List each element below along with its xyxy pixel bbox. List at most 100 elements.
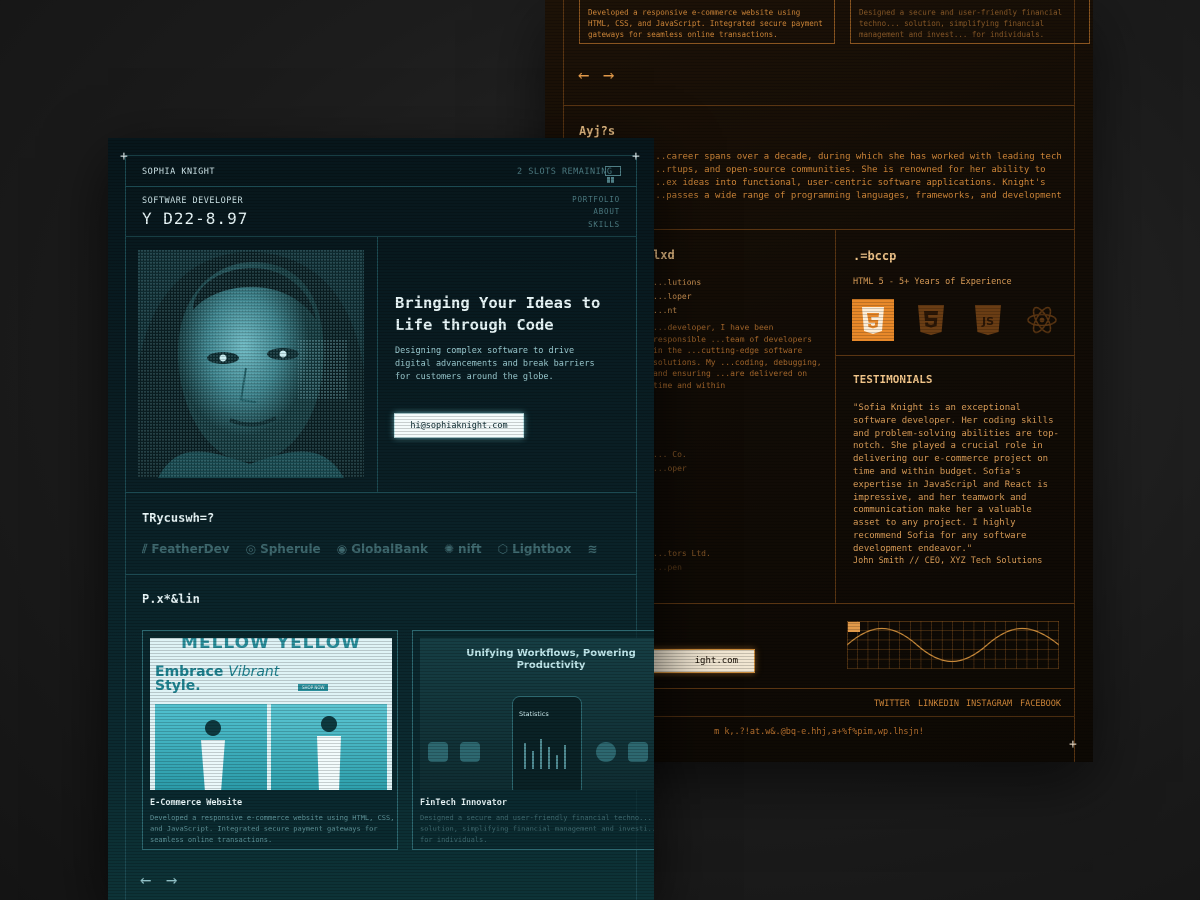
project-card[interactable]: MELLOW YELLOW Embrace Vibrant Style. SHOP… bbox=[142, 630, 398, 850]
svg-text:JS: JS bbox=[981, 315, 994, 328]
app-icon bbox=[596, 742, 616, 762]
nav-about[interactable]: ABOUT bbox=[593, 207, 620, 216]
client-name: GlobalBank bbox=[351, 542, 428, 556]
social-link-facebook[interactable]: FACEBOOK bbox=[1020, 699, 1061, 709]
person-figure-icon bbox=[317, 716, 341, 790]
client-name: nift bbox=[458, 542, 482, 556]
javascript-icon[interactable]: JS bbox=[967, 299, 1009, 341]
divider bbox=[125, 186, 637, 187]
thumb-headline: Embrace Vibrant Style. bbox=[155, 664, 280, 694]
react-icon[interactable] bbox=[1021, 299, 1063, 341]
list-item: ... Co. bbox=[653, 450, 687, 459]
sparkle-icon: ✺ bbox=[443, 542, 455, 556]
app-icon bbox=[428, 742, 448, 762]
client-logo: ✺ nift bbox=[444, 542, 482, 556]
project-description: Designed a secure and user-friendly fina… bbox=[420, 814, 654, 844]
arrow-left-icon[interactable]: ← bbox=[140, 869, 151, 891]
slots-remaining: 2 SLOTS REMAINING bbox=[517, 167, 613, 177]
email-button[interactable]: ight.com bbox=[645, 649, 755, 673]
thumb-headline: Unifying Workflows, Powering Productivit… bbox=[466, 648, 636, 671]
client-logo: ≋ bbox=[587, 542, 597, 556]
project-card[interactable]: Developed a responsive e-commerce websit… bbox=[579, 0, 835, 44]
html5-icon[interactable] bbox=[852, 299, 894, 341]
corner-plus-icon: + bbox=[632, 149, 640, 164]
corner-plus-icon: + bbox=[1069, 737, 1077, 752]
divider bbox=[125, 236, 637, 237]
role-label: SOFTWARE DEVELOPER bbox=[142, 196, 244, 206]
feather-icon: ⫽ bbox=[142, 541, 148, 556]
clients-heading: TRycuswh=? bbox=[142, 511, 215, 525]
globe-icon: ◉ bbox=[336, 542, 348, 556]
about-heading: Ayj?s bbox=[579, 124, 616, 138]
email-button-label: hi@sophiaknight.com bbox=[410, 420, 508, 431]
hero-headline: Bringing Your Ideas to Life through Code bbox=[395, 294, 601, 334]
divider bbox=[563, 105, 1075, 106]
list-item: ...tors Ltd. bbox=[653, 549, 711, 558]
client-logos: ⫽ FeatherDev ◎ Spherule ◉ GlobalBank ✺ nift … bbox=[142, 541, 612, 557]
social-link-linkedin[interactable]: LINKEDIN bbox=[918, 699, 959, 709]
experience-list: ... Co. ...oper bbox=[653, 448, 687, 476]
client-name: FeatherDev bbox=[151, 542, 230, 556]
about-text: ...career spans over a decade, during wh… bbox=[650, 152, 1062, 201]
projects-heading: P.x*&lin bbox=[142, 592, 200, 606]
list-item: ...pen bbox=[653, 563, 682, 572]
client-logo: ◎ Spherule bbox=[246, 542, 321, 556]
client-logo: ⫽ FeatherDev bbox=[142, 542, 230, 557]
divider bbox=[377, 236, 378, 492]
arrow-right-icon[interactable]: → bbox=[166, 869, 177, 891]
list-item: ...nt bbox=[653, 306, 678, 315]
email-button-label: ight.com bbox=[694, 656, 738, 666]
project-description: Developed a responsive e-commerce websit… bbox=[150, 814, 395, 844]
client-logo: ◉ GlobalBank bbox=[337, 542, 428, 556]
arrow-right-icon[interactable]: → bbox=[603, 64, 614, 86]
teal-portfolio-panel: + + SOPHIA KNIGHT 2 SLOTS REMAINING SOFT… bbox=[108, 138, 654, 900]
list-item: ...oper bbox=[653, 464, 687, 473]
social-link-instagram[interactable]: INSTAGRAM bbox=[966, 699, 1012, 709]
experience-heading: lxd bbox=[653, 248, 675, 262]
person-figure-icon bbox=[201, 720, 225, 790]
experience-list: ...lutions ...loper ...nt bbox=[653, 276, 701, 318]
social-link-twitter[interactable]: TWITTER bbox=[874, 699, 910, 709]
list-item: ...lutions bbox=[653, 278, 702, 287]
experience-text: ...developer, I have been responsible ..… bbox=[653, 323, 822, 390]
divider bbox=[835, 355, 1075, 356]
skills-subtitle: HTML 5 - 5+ Years of Experience bbox=[853, 277, 1012, 287]
waveform-graph bbox=[847, 621, 1059, 669]
client-name: Lightbox bbox=[512, 542, 572, 556]
nav-portfolio[interactable]: PORTFOLIO bbox=[572, 195, 620, 204]
nav-skills[interactable]: SKILLS bbox=[588, 220, 620, 229]
phone-label: Statistics bbox=[519, 710, 549, 718]
divider bbox=[835, 229, 836, 603]
shop-now-button: SHOP NOW bbox=[298, 684, 329, 691]
project-card[interactable]: Unifying Workflows, Powering Productivit… bbox=[412, 630, 654, 850]
project-description: Developed a responsive e-commerce websit… bbox=[588, 8, 823, 39]
model-photo-right bbox=[271, 704, 387, 790]
skills-heading: .=bccp bbox=[853, 249, 897, 263]
divider bbox=[125, 492, 637, 493]
bar-icon bbox=[524, 739, 566, 769]
project-description: Designed a secure and user-friendly fina… bbox=[859, 8, 1063, 39]
testimonials-heading: TESTIMONIALS bbox=[853, 373, 933, 386]
project-title: E-Commerce Website bbox=[150, 798, 243, 808]
arrow-left-icon[interactable]: ← bbox=[578, 64, 589, 86]
sphere-icon: ◎ bbox=[245, 542, 257, 556]
divider bbox=[125, 574, 637, 575]
stack-icon: ≋ bbox=[587, 542, 598, 556]
project-card[interactable]: Designed a secure and user-friendly fina… bbox=[850, 0, 1090, 44]
hero-subtitle: Designing complex software to drive digi… bbox=[395, 346, 595, 382]
box-icon: ⬡ bbox=[497, 542, 509, 556]
project-thumbnail: Unifying Workflows, Powering Productivit… bbox=[420, 638, 654, 790]
thumb-banner: MELLOW YELLOW bbox=[181, 638, 361, 653]
project-thumbnail: MELLOW YELLOW Embrace Vibrant Style. SHOP… bbox=[150, 638, 392, 790]
profile-photo bbox=[138, 250, 364, 478]
list-item: ...loper bbox=[653, 292, 692, 301]
email-button[interactable]: hi@sophiaknight.com bbox=[394, 413, 524, 438]
css3-icon[interactable] bbox=[910, 299, 952, 341]
testimonial-author: John Smith // CEO, XYZ Tech Solutions bbox=[853, 556, 1043, 566]
testimonial-text: "Sofia Knight is an exceptional software… bbox=[853, 403, 1059, 554]
site-name[interactable]: SOPHIA KNIGHT bbox=[142, 167, 215, 177]
project-title: FinTech Innovator bbox=[420, 798, 507, 808]
corner-plus-icon: + bbox=[120, 149, 128, 164]
battery-icon bbox=[605, 166, 621, 183]
phone-mockup: Statistics bbox=[512, 696, 582, 790]
